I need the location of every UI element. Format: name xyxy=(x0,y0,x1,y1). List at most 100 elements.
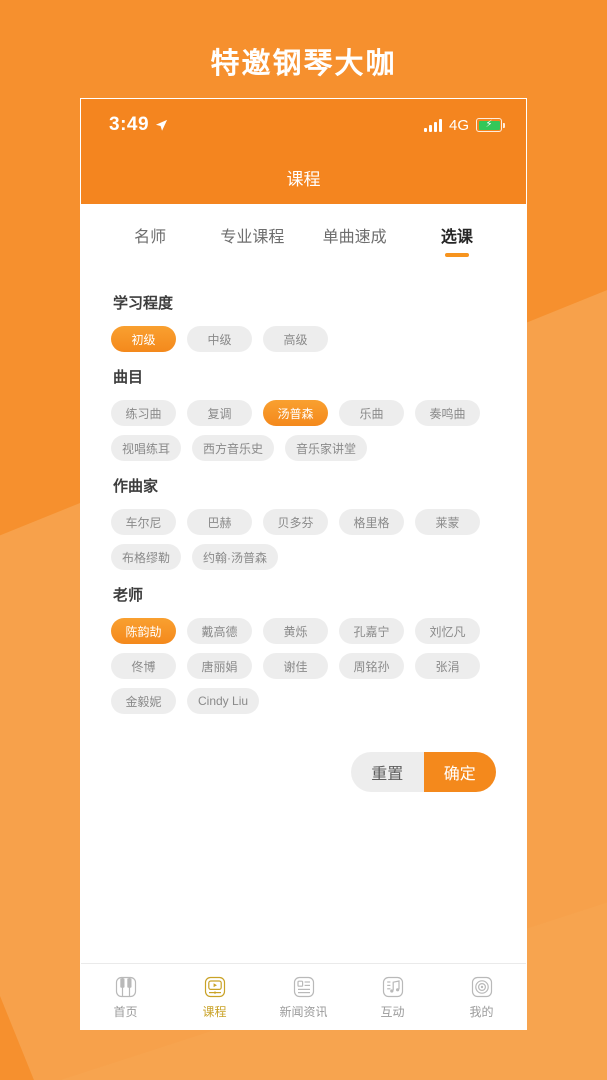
tabbar-item-interaction[interactable]: 互动 xyxy=(348,964,437,1029)
chip-label: 谢佳 xyxy=(283,659,308,674)
action-button-group: 重置 确定 xyxy=(351,752,496,792)
action-row: 重置 确定 xyxy=(111,752,496,792)
signal-bars-icon xyxy=(423,118,442,132)
chip-repertoire-4[interactable]: 奏鸣曲 xyxy=(415,400,480,426)
chip-group-composer: 车尔尼 巴赫 贝多芬 格里格 莱蒙 布格缪勒 约翰·汤普森 xyxy=(111,509,496,570)
tab-xuanke[interactable]: 选课 xyxy=(406,204,508,266)
news-list-icon xyxy=(291,974,317,1000)
status-bar: 3:49 4G ⚡ xyxy=(81,99,526,151)
chip-label: 初级 xyxy=(131,332,156,347)
tab-danqusucheng[interactable]: 单曲速成 xyxy=(304,204,406,266)
tab-zhuanyekecheng[interactable]: 专业课程 xyxy=(201,204,303,266)
tab-mingshi[interactable]: 名师 xyxy=(99,204,201,266)
tabbar-label: 我的 xyxy=(469,1004,494,1019)
chip-teacher-2[interactable]: 黄烁 xyxy=(263,618,328,644)
status-time: 3:49 xyxy=(109,114,150,135)
section-title: 作曲家 xyxy=(113,478,159,495)
chip-label: 孔嘉宁 xyxy=(353,624,390,639)
chip-label: Cindy Liu xyxy=(198,694,249,708)
section-title: 老师 xyxy=(113,587,144,604)
status-bar-right: 4G ⚡ xyxy=(423,116,505,134)
chip-label: 金毅妮 xyxy=(125,694,162,709)
piano-keys-icon xyxy=(113,974,139,1000)
chip-teacher-3[interactable]: 孔嘉宁 xyxy=(339,618,404,644)
filter-content: 学习程度 初级 中级 高级 曲目 练习曲 复调 汤普森 乐曲 奏鸣曲 视唱练耳 … xyxy=(81,266,526,963)
chip-label: 复调 xyxy=(207,406,232,421)
chip-repertoire-3[interactable]: 乐曲 xyxy=(339,400,404,426)
reset-label: 重置 xyxy=(371,766,404,783)
tab-label: 单曲速成 xyxy=(322,229,387,246)
chip-composer-0[interactable]: 车尔尼 xyxy=(111,509,176,535)
tabbar-label: 互动 xyxy=(380,1004,405,1019)
confirm-label: 确定 xyxy=(443,766,476,783)
chip-composer-5[interactable]: 布格缪勒 xyxy=(111,544,182,570)
battery-charging-icon: ⚡ xyxy=(476,118,505,132)
reset-button[interactable]: 重置 xyxy=(351,752,424,792)
chip-label: 汤普森 xyxy=(277,406,314,421)
chip-composer-4[interactable]: 莱蒙 xyxy=(415,509,480,535)
chip-teacher-9[interactable]: 张涓 xyxy=(415,653,480,679)
chip-composer-6[interactable]: 约翰·汤普森 xyxy=(192,544,279,570)
chip-teacher-1[interactable]: 戴高德 xyxy=(187,618,252,644)
location-arrow-icon xyxy=(155,119,168,132)
tabbar-label: 首页 xyxy=(113,1004,138,1019)
chip-teacher-11[interactable]: Cindy Liu xyxy=(187,688,260,714)
chip-label: 视唱练耳 xyxy=(122,441,171,456)
chip-label: 约翰·汤普森 xyxy=(203,550,268,565)
chip-label: 陈韵劼 xyxy=(125,624,162,639)
chip-label: 乐曲 xyxy=(359,406,384,421)
section-title: 曲目 xyxy=(113,369,144,386)
chip-teacher-8[interactable]: 周铭孙 xyxy=(339,653,404,679)
chip-label: 刘忆凡 xyxy=(429,624,466,639)
section-composer: 作曲家 车尔尼 巴赫 贝多芬 格里格 莱蒙 布格缪勒 约翰·汤普森 xyxy=(111,475,496,570)
tab-bar-top: 名师 专业课程 单曲速成 选课 xyxy=(81,204,526,266)
chip-repertoire-1[interactable]: 复调 xyxy=(187,400,252,426)
chip-level-chuji[interactable]: 初级 xyxy=(111,326,176,352)
tabbar-label: 新闻资讯 xyxy=(279,1004,328,1019)
network-type-label: 4G xyxy=(448,116,469,134)
chip-level-gaoji[interactable]: 高级 xyxy=(263,326,328,352)
tabbar-item-course[interactable]: 课程 xyxy=(170,964,259,1029)
chip-label: 张涓 xyxy=(435,659,460,674)
chip-label: 中级 xyxy=(207,332,232,347)
chip-repertoire-6[interactable]: 西方音乐史 xyxy=(192,435,275,461)
tabbar-item-home[interactable]: 首页 xyxy=(81,964,170,1029)
chip-composer-3[interactable]: 格里格 xyxy=(339,509,404,535)
section-title: 学习程度 xyxy=(113,295,174,312)
chip-teacher-7[interactable]: 谢佳 xyxy=(263,653,328,679)
chip-label: 佟博 xyxy=(131,659,156,674)
chip-repertoire-0[interactable]: 练习曲 xyxy=(111,400,176,426)
chip-group-teacher: 陈韵劼 戴高德 黄烁 孔嘉宁 刘忆凡 佟博 唐丽娟 谢佳 周铭孙 张涓 金毅妮 … xyxy=(111,618,496,714)
chip-label: 音乐家讲堂 xyxy=(296,441,357,456)
tabbar-item-mine[interactable]: 我的 xyxy=(437,964,526,1029)
nav-title: 课程 xyxy=(286,170,321,189)
chip-label: 车尔尼 xyxy=(125,515,162,530)
nav-bar: 课程 xyxy=(81,151,526,204)
section-teacher: 老师 陈韵劼 戴高德 黄烁 孔嘉宁 刘忆凡 佟博 唐丽娟 谢佳 周铭孙 张涓 金… xyxy=(111,584,496,714)
chip-teacher-5[interactable]: 佟博 xyxy=(111,653,176,679)
status-bar-left: 3:49 xyxy=(109,114,168,136)
chip-label: 奏鸣曲 xyxy=(429,406,466,421)
chip-composer-1[interactable]: 巴赫 xyxy=(187,509,252,535)
chip-level-zhongji[interactable]: 中级 xyxy=(187,326,252,352)
chip-repertoire-7[interactable]: 音乐家讲堂 xyxy=(285,435,368,461)
chip-repertoire-5[interactable]: 视唱练耳 xyxy=(111,435,182,461)
section-repertoire: 曲目 练习曲 复调 汤普森 乐曲 奏鸣曲 视唱练耳 西方音乐史 音乐家讲堂 xyxy=(111,366,496,461)
chip-teacher-6[interactable]: 唐丽娟 xyxy=(187,653,252,679)
chip-label: 高级 xyxy=(283,332,308,347)
chip-label: 戴高德 xyxy=(201,624,238,639)
music-note-icon xyxy=(380,974,406,1000)
chip-group-learning-level: 初级 中级 高级 xyxy=(111,326,496,352)
tab-label: 选课 xyxy=(440,229,473,246)
chip-teacher-10[interactable]: 金毅妮 xyxy=(111,688,176,714)
chip-label: 格里格 xyxy=(353,515,390,530)
tabbar-item-news[interactable]: 新闻资讯 xyxy=(259,964,348,1029)
confirm-button[interactable]: 确定 xyxy=(423,752,496,792)
chip-repertoire-2[interactable]: 汤普森 xyxy=(263,400,328,426)
chip-teacher-0[interactable]: 陈韵劼 xyxy=(111,618,176,644)
chip-composer-2[interactable]: 贝多芬 xyxy=(263,509,328,535)
tab-label: 名师 xyxy=(134,229,167,246)
chip-label: 周铭孙 xyxy=(353,659,390,674)
phone-frame: 3:49 4G ⚡ 课程 名师 专业课程 单曲速成 选课 学习程度 初级 中级 xyxy=(80,98,527,1030)
chip-teacher-4[interactable]: 刘忆凡 xyxy=(415,618,480,644)
